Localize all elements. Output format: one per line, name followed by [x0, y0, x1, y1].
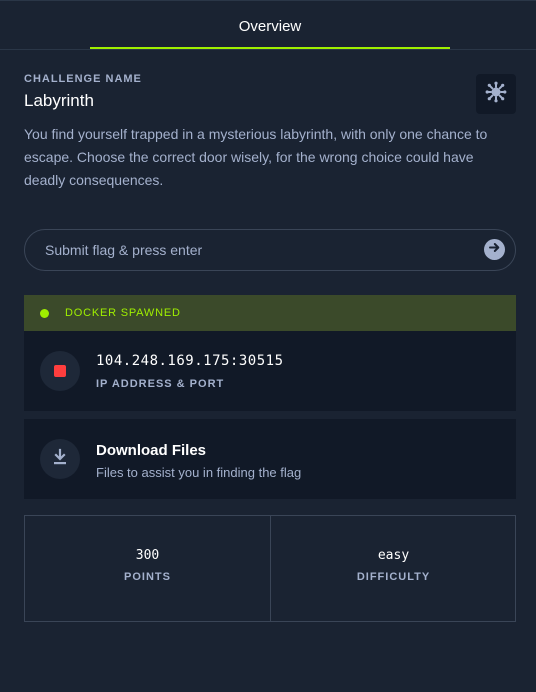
download-files-card[interactable]: Download Files Files to assist you in fi…: [24, 419, 516, 499]
difficulty-value: easy: [377, 548, 410, 563]
points-label: POINTS: [124, 571, 171, 583]
challenge-description: You find yourself trapped in a mysteriou…: [24, 126, 488, 188]
brain-icon: [485, 81, 507, 108]
stop-icon: [54, 365, 66, 377]
tab-divider: [0, 49, 536, 50]
submit-flag-button[interactable]: [484, 239, 505, 260]
ip-address-port[interactable]: 104.248.169.175:30515: [96, 353, 284, 369]
docker-status-text: DOCKER SPAWNED: [65, 307, 181, 319]
challenge-panel: Overview CHALLENGE NAME Labyrinth You fi…: [0, 0, 536, 692]
tab-bar: Overview: [0, 0, 536, 50]
stop-instance-button[interactable]: [40, 351, 80, 391]
download-button[interactable]: [40, 439, 80, 479]
ip-address-caption: IP ADDRESS & PORT: [96, 378, 225, 390]
points-value: 300: [135, 548, 160, 563]
difficulty-label: DIFFICULTY: [356, 571, 431, 583]
flag-submit-field: [24, 229, 516, 271]
challenge-stats: 300 POINTS easy DIFFICULTY: [24, 515, 516, 622]
download-files-subtitle: Files to assist you in finding the flag: [96, 465, 302, 480]
download-icon: [51, 448, 69, 471]
tab-overview[interactable]: Overview: [90, 1, 450, 49]
status-dot-icon: [40, 309, 49, 318]
arrow-right-icon: [488, 241, 501, 259]
instance-card: 104.248.169.175:30515 IP ADDRESS & PORT: [24, 331, 516, 411]
category-badge: [476, 74, 516, 114]
challenge-name-label: CHALLENGE NAME: [24, 73, 142, 85]
download-files-title: Download Files: [96, 442, 207, 459]
points-stat: 300 POINTS: [25, 516, 270, 621]
challenge-name: Labyrinth: [24, 91, 94, 110]
docker-status-bar: DOCKER SPAWNED: [24, 295, 516, 331]
difficulty-stat: easy DIFFICULTY: [271, 516, 516, 621]
flag-input[interactable]: [45, 230, 465, 270]
